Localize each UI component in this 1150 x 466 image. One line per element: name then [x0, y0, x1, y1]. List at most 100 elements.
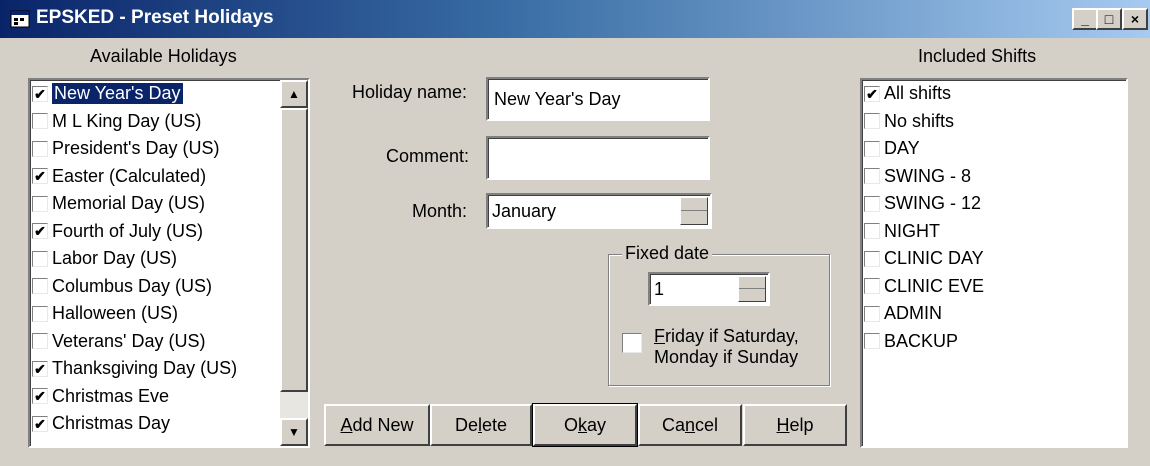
item-checkbox[interactable]	[864, 223, 880, 239]
check-icon[interactable]: ✔	[864, 85, 880, 102]
preset-holidays-window: EPSKED - Preset Holidays _ □ × Available…	[0, 0, 1150, 466]
shift-item[interactable]: NIGHT	[864, 218, 940, 245]
item-checkbox[interactable]	[864, 140, 880, 157]
holiday-item[interactable]: Memorial Day (US)	[32, 190, 205, 217]
check-icon[interactable]: ✔	[32, 388, 48, 404]
item-checkbox[interactable]	[864, 195, 880, 212]
shift-item[interactable]: SWING - 12	[864, 190, 981, 217]
holiday-item[interactable]: Columbus Day (US)	[32, 273, 212, 300]
cancel-button[interactable]: Ca n cel	[638, 404, 742, 446]
shift-item-label: All shifts	[884, 83, 952, 103]
holiday-item[interactable]: Veterans' Day (US)	[32, 328, 206, 355]
holiday-name-input[interactable]: New Year's Day	[486, 77, 710, 121]
shift-item[interactable]: No shifts	[864, 108, 954, 135]
holiday-item[interactable]: Halloween (US)	[32, 300, 178, 327]
shift-item[interactable]: DAY	[864, 135, 920, 162]
comment-input[interactable]	[486, 136, 710, 180]
check-icon[interactable]: ✔	[32, 223, 48, 239]
help-button[interactable]: Help	[743, 404, 847, 446]
okay-button[interactable]: Ok ay	[532, 403, 638, 447]
fixed-day-field[interactable]: 1	[648, 272, 770, 306]
holiday-item[interactable]: ✔ Christmas Day	[32, 410, 170, 437]
scroll-thumb[interactable]	[280, 108, 308, 392]
holiday-item-label: Thanksgiving Day (US)	[52, 358, 238, 378]
item-checkbox[interactable]	[32, 250, 48, 267]
month-spin-down[interactable]	[681, 211, 707, 224]
shift-item[interactable]: CLINIC DAY	[864, 245, 984, 272]
comment-label: Comment:	[386, 146, 470, 166]
day-spin-up[interactable]	[739, 277, 765, 289]
holiday-item[interactable]: ✔ Thanksgiving Day (US)	[32, 355, 237, 382]
day-spin-down[interactable]	[739, 289, 765, 301]
add-new-accel: A	[340, 414, 353, 435]
scroll-up-button[interactable]: ▲	[280, 80, 308, 108]
holiday-item-label: Columbus Day (US)	[52, 275, 213, 296]
item-checkbox[interactable]	[864, 278, 880, 294]
item-checkbox[interactable]	[32, 113, 48, 129]
shifts-list[interactable]: ✔ All shifts No shifts DAY SWING - 8 SWING - …	[860, 78, 1128, 448]
maximize-button[interactable]: □	[1096, 8, 1122, 30]
item-checkbox[interactable]	[32, 140, 48, 157]
holiday-item-label: M L King Day (US)	[52, 110, 202, 131]
title-bar[interactable]: EPSKED - Preset Holidays _ □ ×	[0, 0, 1150, 38]
weekend-rule-checkbox-box[interactable]	[622, 333, 642, 353]
add-new-button[interactable]: Add New	[324, 404, 430, 446]
shift-item[interactable]: BACKUP	[864, 328, 958, 355]
shift-item-label: SWING - 8	[884, 165, 972, 186]
shift-item[interactable]: ✔ All shifts	[864, 80, 951, 107]
holiday-item[interactable]: President's Day (US)	[32, 135, 219, 162]
month-field[interactable]: January	[486, 193, 712, 229]
shift-item-label: CLINIC EVE	[884, 275, 985, 296]
check-icon[interactable]: ✔	[32, 415, 48, 432]
holidays-list[interactable]: ✔ New Year's Day M L King Day (US) Presiden…	[28, 78, 310, 448]
holiday-name-label: Holiday name:	[352, 82, 468, 102]
holiday-item-label: Memorial Day (US)	[52, 193, 206, 213]
okay-accel: k	[578, 414, 587, 435]
delete-button[interactable]: De l ete	[430, 404, 532, 446]
holiday-item-label: Labor Day (US)	[52, 248, 178, 268]
holiday-item[interactable]: ✔ Fourth of July (US)	[32, 218, 203, 245]
delete-label: ete	[481, 414, 508, 435]
shift-item[interactable]: ADMIN	[864, 300, 942, 327]
shift-item-label: NIGHT	[884, 220, 940, 241]
item-checkbox[interactable]	[864, 250, 880, 267]
item-checkbox[interactable]	[32, 305, 48, 322]
weekend-rule-accel: F	[654, 326, 665, 346]
shift-item-label: ADMIN	[884, 303, 942, 323]
shift-item-label: DAY	[884, 138, 920, 158]
item-checkbox[interactable]	[864, 168, 880, 184]
shift-item-label: BACKUP	[884, 330, 959, 351]
day-spinner[interactable]	[738, 276, 766, 302]
holiday-item[interactable]: ✔ Christmas Eve	[32, 383, 169, 410]
holiday-item[interactable]: ✔ Easter (Calculated)	[32, 163, 206, 190]
check-icon[interactable]: ✔	[32, 360, 48, 377]
scroll-up-icon: ▲	[288, 87, 300, 101]
shift-item[interactable]: CLINIC EVE	[864, 273, 984, 300]
cancel-label: cel	[695, 414, 719, 435]
holiday-item[interactable]: ✔ New Year's Day	[32, 80, 184, 107]
holidays-scrollbar[interactable]: ▲ ▼	[280, 80, 308, 446]
minimize-button[interactable]: _	[1072, 8, 1098, 30]
item-checkbox[interactable]	[864, 333, 880, 349]
item-checkbox[interactable]	[864, 305, 880, 322]
month-spinner[interactable]	[680, 197, 708, 225]
maximize-icon: □	[1104, 11, 1114, 27]
scroll-down-icon: ▼	[288, 425, 300, 439]
check-icon[interactable]: ✔	[32, 168, 48, 184]
item-checkbox[interactable]	[32, 195, 48, 212]
check-icon[interactable]: ✔	[32, 85, 48, 102]
item-checkbox[interactable]	[32, 278, 48, 294]
weekend-rule-label: Friday if Saturday, Monday if Sunday	[654, 326, 799, 368]
weekend-rule-line2: Monday if Sunday	[654, 347, 799, 367]
scroll-down-button[interactable]: ▼	[280, 418, 308, 446]
shift-item[interactable]: SWING - 8	[864, 163, 971, 190]
month-spin-up[interactable]	[681, 198, 707, 211]
app-icon	[10, 10, 30, 28]
weekend-rule-checkbox[interactable]	[622, 333, 646, 358]
holiday-item[interactable]: M L King Day (US)	[32, 108, 201, 135]
holiday-item-label: Fourth of July (US)	[52, 220, 204, 241]
item-checkbox[interactable]	[864, 113, 880, 129]
holiday-item[interactable]: Labor Day (US)	[32, 245, 177, 272]
close-button[interactable]: ×	[1122, 8, 1148, 30]
item-checkbox[interactable]	[32, 333, 48, 349]
